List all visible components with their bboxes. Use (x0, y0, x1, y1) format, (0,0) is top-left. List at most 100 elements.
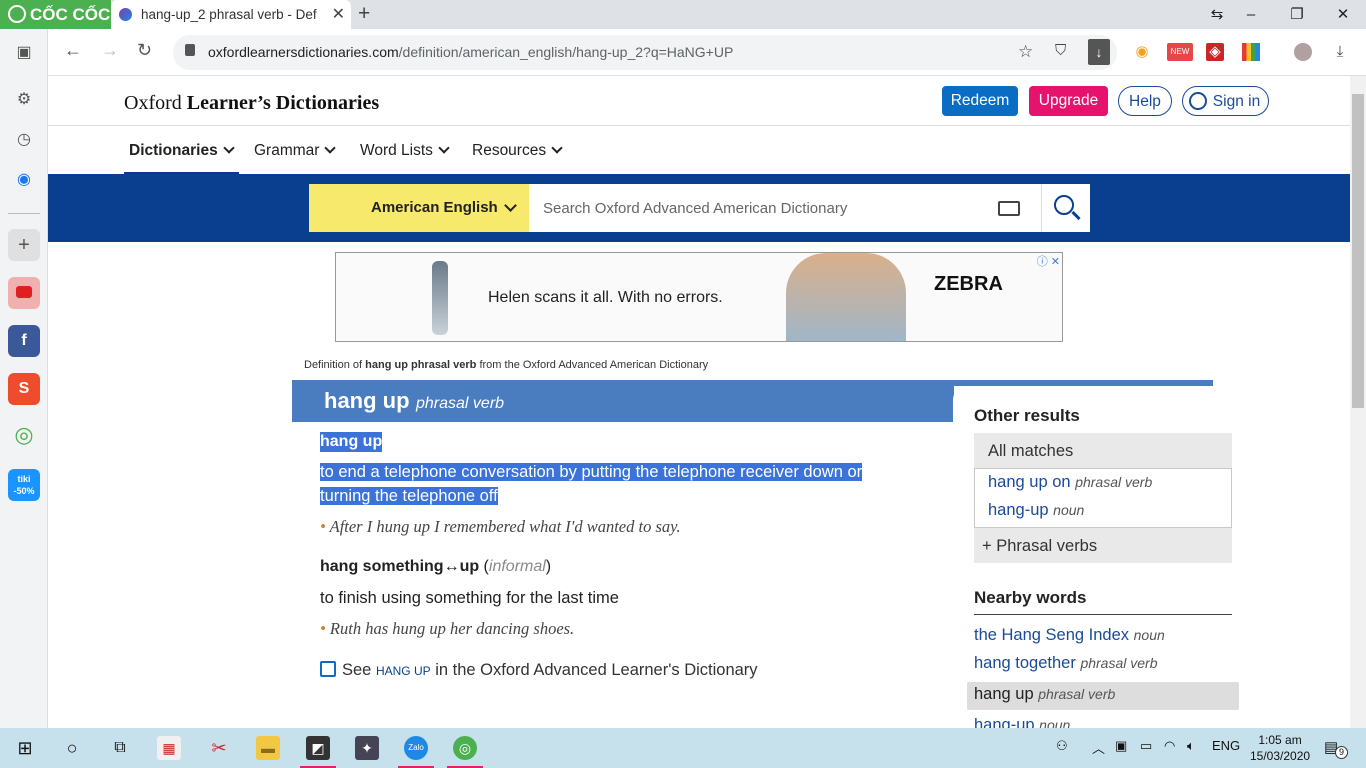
battery-icon[interactable]: ▭ (1140, 738, 1152, 754)
zalo-icon[interactable]: Zalo (398, 736, 434, 768)
match-item[interactable]: hang-up noun (988, 501, 1084, 520)
upgrade-button[interactable]: Upgrade (1029, 86, 1108, 116)
app-gears-icon[interactable]: ✦ (355, 736, 379, 760)
phrasal-verbs-header[interactable]: + Phrasal verbs (974, 527, 1232, 563)
downloads-icon[interactable]: ⤓ (1331, 43, 1349, 61)
input-method-icon[interactable]: ▣ (1115, 738, 1127, 754)
other-results-heading: Other results (974, 406, 1080, 425)
nearby-item[interactable]: hang-up noun (974, 716, 1070, 728)
nearby-item[interactable]: the Hang Seng Index noun (974, 626, 1165, 645)
extension-coccoc-icon[interactable]: ◉ (1133, 43, 1151, 61)
extension-red-icon[interactable]: ◈ (1206, 43, 1224, 61)
menu-dictionaries[interactable]: Dictionaries (129, 142, 235, 160)
source-bold: hang up phrasal verb (365, 359, 477, 371)
nearby-word: hang-up (974, 716, 1035, 728)
clock[interactable]: 1:05 am 15/03/2020 (1250, 732, 1310, 764)
language-indicator[interactable]: ENG (1212, 738, 1240, 753)
youtube-icon[interactable] (8, 277, 40, 309)
history-icon[interactable]: ◷ (8, 124, 40, 156)
see-oald-link[interactable]: See HANG UP in the Oxford Advanced Learn… (320, 661, 758, 680)
chevron-down-icon (504, 199, 517, 212)
sign-in-button[interactable]: Sign in (1182, 86, 1269, 116)
clock-date: 15/03/2020 (1250, 749, 1311, 763)
headword-pos: phrasal verb (416, 395, 505, 412)
match-word: hang up on (988, 473, 1071, 491)
wifi-icon[interactable]: ◠ (1164, 738, 1175, 754)
nearby-item[interactable]: hang together phrasal verb (974, 654, 1157, 673)
download-page-icon[interactable]: ↓ (1088, 39, 1110, 65)
sense2-label: hang something↔up (informal) (320, 558, 552, 575)
headword: hang up (324, 388, 410, 413)
see-smallcaps: HANG UP (375, 664, 431, 678)
notification-icon[interactable]: ▤ 9 (1324, 738, 1348, 759)
windows-start-icon[interactable]: ⊞ (13, 736, 37, 760)
site-logo[interactable]: Oxford Learner’s Dictionaries (124, 92, 379, 115)
facebook-icon[interactable]: f (8, 325, 40, 357)
chevron-up-icon[interactable]: ︿ (1092, 738, 1105, 757)
page-scrollbar[interactable] (1350, 76, 1366, 728)
nearby-word: hang together (974, 654, 1076, 672)
sticky-notes-icon[interactable]: ◩ (300, 736, 336, 768)
back-icon[interactable]: ← (64, 40, 82, 61)
separable-arrow-icon: ↔ (443, 558, 460, 575)
search-input[interactable] (529, 184, 1041, 232)
settings-gear-icon[interactable]: ⚙ (8, 84, 40, 116)
match-word: hang-up (988, 501, 1049, 519)
search-button[interactable] (1041, 184, 1090, 232)
dictionary-select-label: American English (371, 199, 498, 216)
close-window-button[interactable]: ✕ (1320, 0, 1366, 29)
people-icon[interactable]: ⚇ (1056, 738, 1068, 754)
task-view-icon[interactable]: ⧉ (108, 736, 132, 760)
minimize-button[interactable]: – (1228, 0, 1274, 29)
messenger-icon[interactable]: ◉ (8, 164, 40, 196)
maximize-button[interactable]: ❐ (1274, 0, 1320, 29)
address-bar[interactable]: oxfordlearnersdictionaries.com/definitio… (173, 35, 1117, 70)
shopee-icon[interactable]: S (8, 373, 40, 405)
keyboard-icon[interactable] (998, 201, 1020, 216)
coccoc-taskbar-icon[interactable]: ◎ (447, 736, 483, 768)
tiki-icon[interactable]: tiki -50% (8, 469, 40, 501)
ad-close-icon[interactable]: ⓘ ✕ (1037, 253, 1060, 269)
app-tiles-icon[interactable]: ▦ (157, 736, 181, 760)
coccoc-menu-button[interactable]: CỐC CỐC (0, 0, 111, 29)
app-snip-icon[interactable]: ✂ (207, 736, 231, 760)
all-matches-header[interactable]: All matches (974, 433, 1232, 469)
header-divider (48, 125, 1350, 126)
forward-icon[interactable]: → (101, 40, 119, 61)
file-explorer-icon[interactable]: ▬ (256, 736, 280, 760)
user-icon (1189, 92, 1207, 110)
redeem-button[interactable]: Redeem (942, 86, 1018, 116)
nearby-item-current[interactable]: hang up phrasal verb (974, 685, 1115, 704)
menu-word-lists[interactable]: Word Lists (360, 142, 450, 160)
star-icon[interactable]: ☆ (1018, 42, 1033, 62)
match-pos: noun (1053, 502, 1085, 518)
search-circle-icon[interactable]: ○ (60, 736, 84, 760)
dictionary-select[interactable]: American English (309, 184, 529, 232)
shield-icon[interactable]: ⛉ (1055, 42, 1066, 59)
browser-tab-active[interactable]: hang-up_2 phrasal verb - Def ✕ (111, 0, 351, 29)
chevron-down-icon (438, 142, 450, 154)
sense2-example-text: Ruth has hung up her dancing shoes. (329, 619, 575, 638)
help-button[interactable]: Help (1118, 86, 1172, 116)
new-tab-button[interactable]: + (358, 0, 370, 27)
definition-source: Definition of hang up phrasal verb from … (304, 359, 708, 371)
menu-grammar[interactable]: Grammar (254, 142, 337, 160)
coccoc-green-icon[interactable]: ◎ (8, 419, 40, 451)
extension-colors-icon[interactable] (1242, 43, 1260, 61)
add-sidebar-app-icon[interactable]: + (8, 229, 40, 261)
tab-close-icon[interactable]: ✕ (332, 0, 345, 29)
reload-icon[interactable]: ↻ (137, 40, 152, 61)
see-post: in the Oxford Advanced Learner's Diction… (430, 661, 758, 679)
url-path: /definition/american_english/hang-up_2?q… (398, 44, 734, 60)
advertisement-banner[interactable]: Helen scans it all. With no errors. ZEBR… (335, 252, 1063, 342)
profile-avatar[interactable] (1294, 43, 1312, 61)
volume-icon[interactable]: 🔈︎ (1187, 738, 1195, 754)
scrollbar-thumb[interactable] (1352, 94, 1364, 408)
menu-resources[interactable]: Resources (472, 142, 563, 160)
url-text: oxfordlearnersdictionaries.com/definitio… (208, 44, 733, 60)
match-item[interactable]: hang up on phrasal verb (988, 473, 1152, 492)
zebra-logo: ZEBRA (934, 273, 1003, 295)
ad-person-image (786, 253, 906, 341)
extension-new-icon[interactable]: NEW (1167, 43, 1193, 61)
sidebar-toggle-icon[interactable]: ▣ (8, 37, 40, 69)
